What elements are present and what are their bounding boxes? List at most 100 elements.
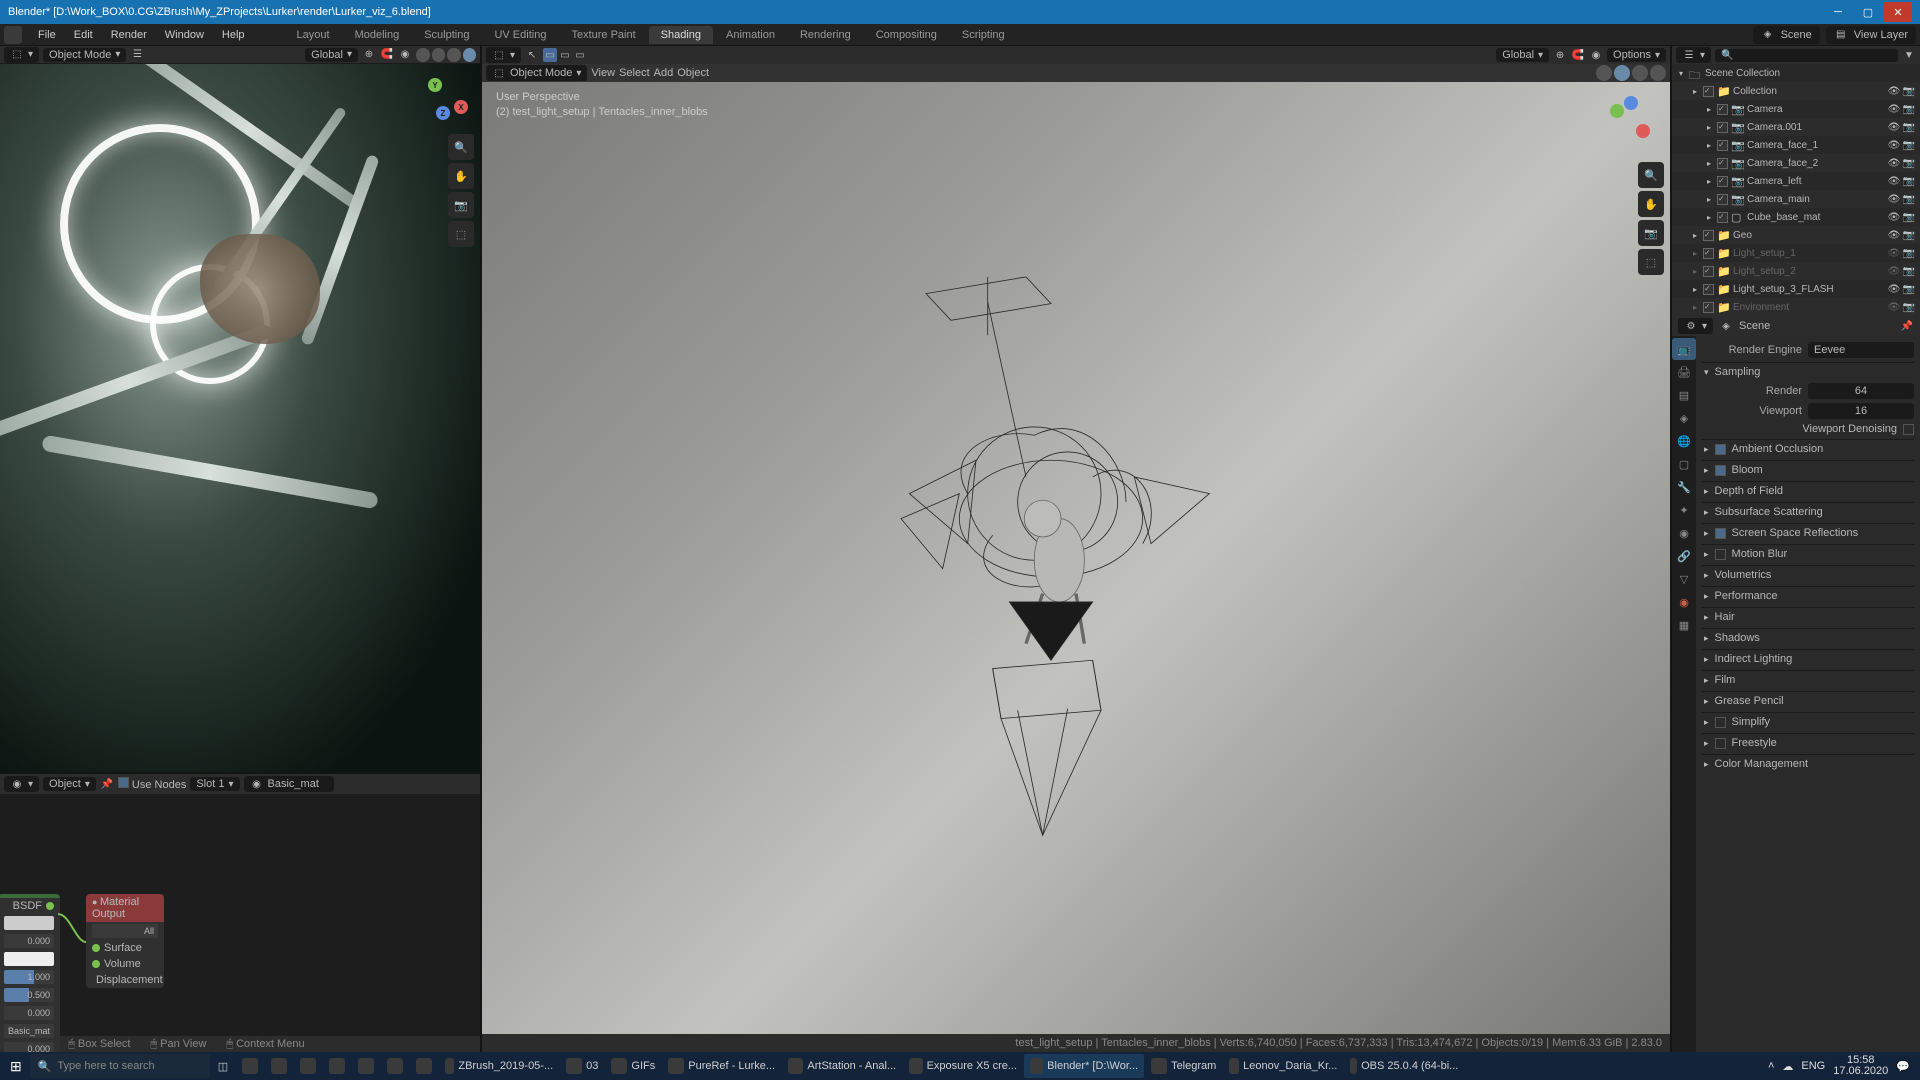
props-panel[interactable]: ▸Hair — [1702, 607, 1914, 626]
render-engine-select[interactable]: Eevee — [1808, 342, 1914, 358]
eye-icon[interactable]: 👁 — [1887, 174, 1901, 188]
shading-wireframe-icon[interactable] — [416, 48, 430, 62]
workspace-tab-scripting[interactable]: Scripting — [950, 26, 1017, 44]
options-btn[interactable]: Options ▾ — [1607, 48, 1666, 62]
object-tab-icon[interactable]: ▢ — [1672, 453, 1696, 475]
workspace-tab-animation[interactable]: Animation — [714, 26, 787, 44]
visibility-checkbox[interactable] — [1703, 302, 1714, 313]
pan-icon[interactable]: ✋ — [1638, 191, 1664, 217]
taskbar-window[interactable]: OBS 25.0.4 (64-bi... — [1344, 1054, 1464, 1078]
shading-rendered-icon[interactable] — [1650, 65, 1666, 81]
scene-selector[interactable]: ◈ Scene — [1753, 26, 1820, 44]
world-tab-icon[interactable]: 🌐 — [1672, 430, 1696, 452]
outliner-item[interactable]: ▸📷Camera_face_2👁📷 — [1672, 154, 1920, 172]
properties-type[interactable]: ⚙▾ — [1678, 318, 1713, 334]
scene-tab-icon[interactable]: ◈ — [1672, 407, 1696, 429]
visibility-checkbox[interactable] — [1703, 284, 1714, 295]
props-panel[interactable]: ▸Ambient Occlusion — [1702, 439, 1914, 458]
visibility-checkbox[interactable] — [1717, 176, 1728, 187]
samples-render-field[interactable]: 64 — [1808, 383, 1914, 399]
pinned-app[interactable] — [294, 1054, 322, 1078]
axis-y-icon[interactable]: Y — [428, 78, 442, 92]
panel-enable-checkbox[interactable] — [1715, 528, 1726, 539]
render-tab-icon[interactable]: 📺 — [1672, 338, 1696, 360]
left-viewport-rendered[interactable]: X Y Z 🔍 ✋ 📷 ⬚ — [0, 64, 480, 772]
center-viewport[interactable]: User Perspective (2) test_light_setup | … — [482, 82, 1670, 1034]
blender-logo-icon[interactable] — [4, 26, 22, 44]
camera-icon[interactable]: 📷 — [1638, 220, 1664, 246]
axis-x-icon[interactable]: X — [454, 100, 468, 114]
panel-enable-checkbox[interactable] — [1715, 717, 1726, 728]
node-canvas[interactable]: BSDF 0.000 1.000 0.500 0.000 Basic_mat 0… — [0, 794, 480, 1036]
perspective-icon[interactable]: ⬚ — [1638, 249, 1664, 275]
axis-gizmo-center[interactable] — [1606, 96, 1656, 146]
outliner-search[interactable]: 🔍 — [1715, 49, 1898, 62]
axis-y-icon[interactable] — [1610, 104, 1624, 118]
outliner-item[interactable]: ▸📁Environment👁📷 — [1672, 298, 1920, 316]
outliner-item[interactable]: ▸📁Collection👁📷 — [1672, 82, 1920, 100]
visibility-checkbox[interactable] — [1717, 122, 1728, 133]
props-panel[interactable]: ▸Color Management — [1702, 754, 1914, 773]
panel-enable-checkbox[interactable] — [1715, 738, 1726, 749]
material-selector[interactable]: ◉Basic_mat — [244, 776, 334, 792]
system-tray[interactable]: ˄ ☁ ENG 15:58 17.06.2020 💬 — [1768, 1055, 1916, 1077]
outliner-item[interactable]: ▸📷Camera.001👁📷 — [1672, 118, 1920, 136]
render-vis-icon[interactable]: 📷 — [1902, 192, 1916, 206]
axis-z-icon[interactable]: Z — [436, 106, 450, 120]
menu-render[interactable]: Render — [103, 26, 155, 44]
workspace-tab-shading[interactable]: Shading — [649, 26, 713, 44]
render-vis-icon[interactable]: 📷 — [1902, 282, 1916, 296]
axis-gizmo[interactable]: X Y Z — [420, 74, 470, 124]
outliner-item[interactable]: ▸📷Camera_main👁📷 — [1672, 190, 1920, 208]
visibility-checkbox[interactable] — [1703, 230, 1714, 241]
pin-icon[interactable]: 📌 — [1900, 319, 1914, 333]
render-vis-icon[interactable]: 📷 — [1902, 264, 1916, 278]
snap-icon[interactable]: 🧲 — [380, 48, 394, 62]
pinned-app[interactable] — [265, 1054, 293, 1078]
node-editor-type[interactable]: ◉▾ — [4, 776, 39, 792]
props-panel[interactable]: ▸Shadows — [1702, 628, 1914, 647]
proportional-icon[interactable]: ◉ — [1589, 48, 1603, 62]
pivot-icon[interactable]: ⊕ — [1553, 48, 1567, 62]
shading-wireframe-icon[interactable] — [1596, 65, 1612, 81]
outliner-item[interactable]: ▸📷Camera_face_1👁📷 — [1672, 136, 1920, 154]
props-panel[interactable]: ▸Bloom — [1702, 460, 1914, 479]
view-menu[interactable]: View — [591, 67, 615, 79]
workspace-tab-sculpting[interactable]: Sculpting — [412, 26, 481, 44]
workspace-tab-rendering[interactable]: Rendering — [788, 26, 863, 44]
taskbar-window[interactable]: Telegram — [1145, 1054, 1222, 1078]
node-material-output[interactable]: ● Material Output All Surface Volume Dis… — [86, 894, 164, 988]
props-panel[interactable]: ▸Subsurface Scattering — [1702, 502, 1914, 521]
viewport-denoise-checkbox[interactable] — [1903, 424, 1914, 435]
render-vis-icon[interactable]: 📷 — [1902, 246, 1916, 260]
overlays-icon[interactable]: ☰ — [130, 48, 144, 62]
taskbar-window[interactable]: PureRef - Lurke... — [662, 1054, 781, 1078]
pinned-app[interactable] — [352, 1054, 380, 1078]
taskbar-window[interactable]: Leonov_Daria_Kr... — [1223, 1054, 1343, 1078]
menu-help[interactable]: Help — [214, 26, 253, 44]
shader-type[interactable]: Object ▾ — [43, 777, 96, 791]
visibility-checkbox[interactable] — [1717, 158, 1728, 169]
texture-tab-icon[interactable]: ▦ — [1672, 614, 1696, 636]
render-vis-icon[interactable]: 📷 — [1902, 228, 1916, 242]
physics-tab-icon[interactable]: ◉ — [1672, 522, 1696, 544]
props-panel[interactable]: ▸Simplify — [1702, 712, 1914, 731]
zoom-icon[interactable]: 🔍 — [448, 134, 474, 160]
zoom-icon[interactable]: 🔍 — [1638, 162, 1664, 188]
pinned-app[interactable] — [236, 1054, 264, 1078]
render-vis-icon[interactable]: 📷 — [1902, 84, 1916, 98]
taskbar-search[interactable]: 🔍 Type here to search — [30, 1054, 210, 1078]
use-nodes-checkbox[interactable]: Use Nodes — [118, 777, 186, 791]
render-vis-icon[interactable]: 📷 — [1902, 156, 1916, 170]
data-tab-icon[interactable]: ▽ — [1672, 568, 1696, 590]
pinned-app[interactable] — [410, 1054, 438, 1078]
task-view-icon[interactable]: ◫ — [212, 1054, 234, 1078]
snap-icon[interactable]: 🧲 — [1571, 48, 1585, 62]
props-panel[interactable]: ▸Screen Space Reflections — [1702, 523, 1914, 542]
workspace-tab-uv editing[interactable]: UV Editing — [482, 26, 558, 44]
workspace-tab-texture paint[interactable]: Texture Paint — [559, 26, 647, 44]
workspace-tab-layout[interactable]: Layout — [285, 26, 342, 44]
object-menu[interactable]: Object — [677, 67, 709, 79]
perspective-icon[interactable]: ⬚ — [448, 221, 474, 247]
visibility-checkbox[interactable] — [1717, 194, 1728, 205]
